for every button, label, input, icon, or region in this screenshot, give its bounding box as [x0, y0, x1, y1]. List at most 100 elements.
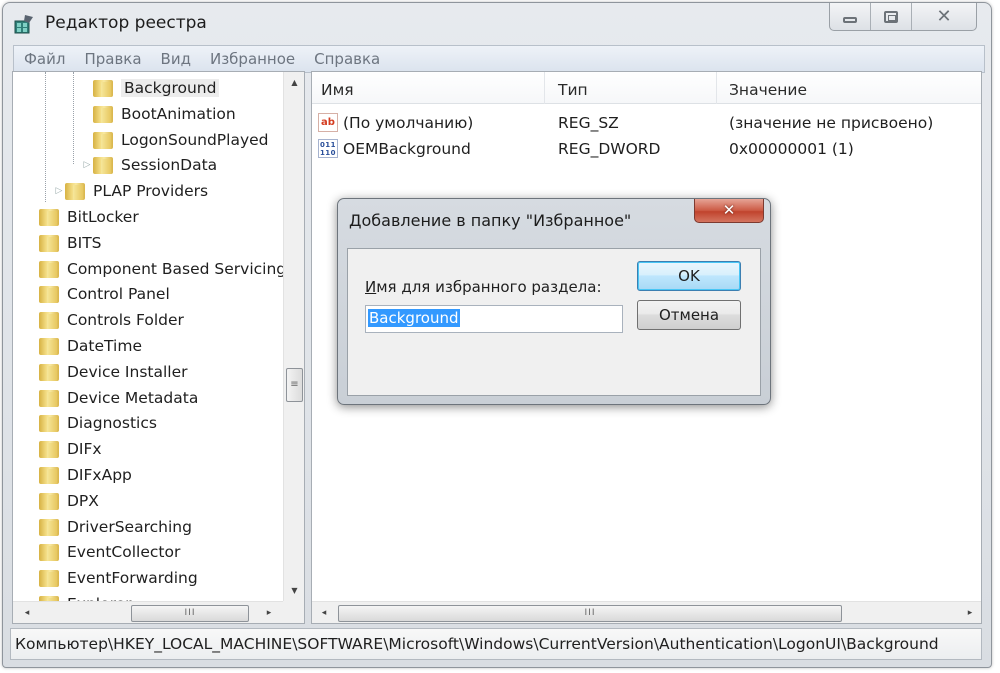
tree-vertical-scrollbar[interactable]: ▲ ≡ ▼: [283, 72, 304, 602]
scroll-thumb[interactable]: ≡: [286, 368, 303, 402]
expand-arrow-icon[interactable]: ▷: [81, 160, 93, 170]
scroll-up-arrow[interactable]: ▲: [284, 74, 304, 92]
tree-item[interactable]: DPX: [27, 489, 99, 513]
folder-icon: [39, 414, 59, 433]
tree-item[interactable]: LogonSoundPlayed: [81, 128, 269, 152]
folder-icon: [39, 285, 59, 304]
column-divider[interactable]: [716, 72, 717, 104]
expand-arrow-icon[interactable]: ▷: [53, 186, 65, 196]
menu-view[interactable]: Вид: [161, 50, 191, 68]
cancel-button[interactable]: Отмена: [637, 300, 741, 330]
tree-item[interactable]: ▷ SessionData: [81, 153, 217, 177]
minimize-button[interactable]: [830, 3, 871, 30]
title-bar[interactable]: Редактор реестра ✕: [3, 3, 991, 43]
scroll-thumb[interactable]: III: [338, 605, 842, 622]
column-header: Имя Тип Значение: [312, 72, 981, 104]
tree-item[interactable]: Control Panel: [27, 282, 170, 306]
close-button[interactable]: ✕: [912, 3, 976, 30]
ok-button[interactable]: OK: [637, 261, 741, 291]
column-data-header[interactable]: Значение: [729, 81, 807, 99]
value-type: REG_DWORD: [558, 140, 661, 158]
folder-icon: [93, 105, 113, 123]
values-horizontal-scrollbar[interactable]: ◂ III ▸: [312, 601, 981, 623]
folder-icon: [39, 311, 59, 330]
tree-item-label: DIFx: [67, 440, 102, 459]
registry-path: Компьютер\HKEY_LOCAL_MACHINE\SOFTWARE\Mi…: [15, 635, 939, 653]
registry-key-tree: Background BootAnimation LogonSoundPlayed ▷…: [12, 71, 305, 624]
status-bar: Компьютер\HKEY_LOCAL_MACHINE\SOFTWARE\Mi…: [10, 628, 982, 660]
window-controls: ✕: [829, 3, 977, 31]
scroll-left-arrow[interactable]: ◂: [17, 602, 37, 623]
favorite-name-label: Имя для избранного раздела:: [365, 278, 602, 296]
value-row[interactable]: ab (По умолчанию) REG_SZ (значение не пр…: [312, 111, 981, 135]
folder-icon: [39, 440, 59, 459]
folder-icon: [39, 466, 59, 484]
scroll-down-arrow[interactable]: ▼: [284, 582, 304, 600]
tree-horizontal-scrollbar[interactable]: ◂ III ▸: [13, 601, 283, 623]
tree-item-label: Diagnostics: [67, 414, 157, 433]
scrollbar-corner: [283, 601, 304, 623]
tree-item[interactable]: Controls Folder: [27, 308, 184, 332]
close-icon: ✕: [936, 6, 952, 27]
tree-item-label: LogonSoundPlayed: [121, 130, 269, 149]
tree-item-label: DPX: [67, 491, 99, 510]
menu-edit[interactable]: Правка: [84, 50, 141, 68]
tree-item[interactable]: BootAnimation: [81, 102, 236, 126]
scroll-right-arrow[interactable]: ▸: [960, 602, 980, 623]
folder-icon: [93, 156, 113, 175]
tree-item[interactable]: Device Installer: [27, 360, 188, 384]
tree-item[interactable]: BitLocker: [27, 205, 139, 229]
scroll-left-arrow[interactable]: ◂: [314, 602, 334, 623]
tree-item[interactable]: EventForwarding: [27, 566, 198, 590]
tree-item-label: EventForwarding: [67, 569, 198, 588]
dialog-title: Добавление в папку "Избранное": [349, 211, 632, 230]
tree-item[interactable]: EventCollector: [27, 540, 180, 564]
menu-bar: Файл Правка Вид Избранное Справка: [13, 45, 985, 73]
value-data: 0x00000001 (1): [729, 140, 854, 158]
value-name: OEMBackground: [343, 140, 471, 158]
tree-item-label: Device Metadata: [67, 388, 199, 407]
tree-item[interactable]: Diagnostics: [27, 411, 157, 435]
tree-item-label: BITS: [67, 233, 102, 252]
tree-guide-line: [73, 72, 74, 164]
folder-icon: [65, 182, 85, 201]
scroll-thumb[interactable]: III: [131, 605, 249, 622]
scroll-right-arrow[interactable]: ▸: [259, 602, 279, 623]
label-text: мя для избранного раздела:: [376, 278, 602, 296]
tree-item[interactable]: Device Metadata: [27, 386, 198, 410]
folder-icon: [39, 363, 59, 381]
tree-item[interactable]: ▷ PLAP Providers: [53, 179, 208, 203]
menu-help[interactable]: Справка: [314, 50, 380, 68]
column-type-header[interactable]: Тип: [558, 81, 588, 99]
add-to-favorites-dialog: Добавление в папку "Избранное" ✕ Имя для…: [337, 198, 771, 405]
tree-item[interactable]: Component Based Servicing: [27, 257, 283, 281]
tree-item[interactable]: DriverSearching: [27, 515, 192, 539]
menu-favorites[interactable]: Избранное: [210, 50, 295, 68]
tree-item-label: DriverSearching: [67, 517, 192, 536]
binary-value-icon: 011 110: [318, 139, 338, 158]
folder-icon: [93, 79, 113, 97]
menu-file[interactable]: Файл: [24, 50, 65, 68]
value-row[interactable]: 011 110 OEMBackground REG_DWORD 0x000000…: [312, 137, 981, 161]
tree-item[interactable]: DateTime: [27, 334, 142, 358]
maximize-button[interactable]: [871, 3, 912, 30]
maximize-icon: [884, 10, 898, 23]
tree-item[interactable]: Background: [81, 76, 220, 100]
folder-icon: [39, 337, 59, 355]
tree-item[interactable]: DIFx: [27, 437, 102, 461]
folder-icon: [39, 492, 59, 510]
column-name-header[interactable]: Имя: [321, 81, 354, 99]
folder-icon: [39, 543, 59, 562]
tree-item-label: Background: [121, 79, 220, 97]
tree-item-label: Device Installer: [67, 362, 188, 381]
tree-item[interactable]: BITS: [27, 231, 102, 255]
tree-item-label: PLAP Providers: [93, 182, 209, 201]
string-value-icon: ab: [318, 113, 338, 132]
dialog-close-button[interactable]: ✕: [694, 199, 764, 223]
tree-item[interactable]: DIFxApp: [27, 463, 132, 487]
column-divider[interactable]: [544, 72, 545, 104]
favorite-name-input[interactable]: Background: [365, 305, 623, 333]
tree-item-label: BitLocker: [67, 208, 139, 226]
tree-item-label: DIFxApp: [67, 466, 132, 484]
window-title: Редактор реестра: [45, 13, 207, 33]
